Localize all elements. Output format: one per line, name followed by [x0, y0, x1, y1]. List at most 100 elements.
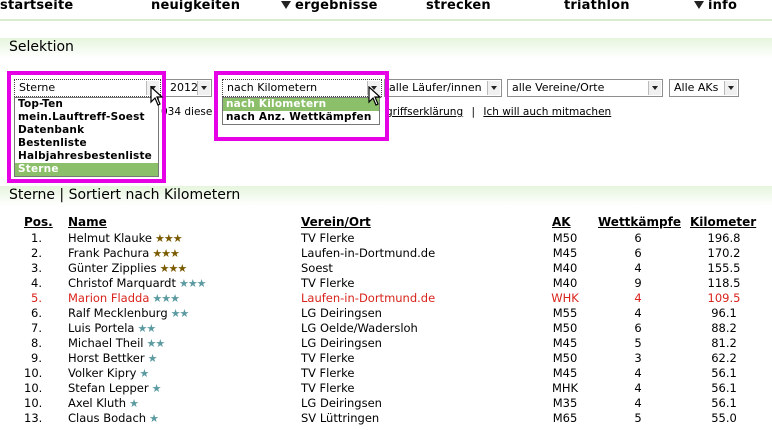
club-select[interactable]: alle Vereine/Orte	[507, 79, 663, 97]
mouse-cursor-icon	[150, 86, 164, 106]
cell-ak: M45	[552, 336, 578, 350]
cell-kilometer: 118.5	[707, 276, 741, 290]
cell-wettkaempfe: 6	[634, 321, 642, 335]
chevron-down-icon[interactable]	[724, 81, 737, 95]
nav-ergebnisse[interactable]: ergebnisse	[281, 0, 378, 13]
star-rating-icon: ★★	[137, 322, 156, 335]
star-rating-icon: ★	[149, 412, 159, 425]
star-rating-icon: ★★★	[152, 247, 180, 260]
results-header: Sterne | Sortiert nach Kilometern	[0, 186, 772, 206]
cell-kilometer: 96.1	[711, 306, 737, 320]
cell-name[interactable]: Günter Zipplies ★★★	[68, 261, 188, 275]
cell-wettkaempfe: 4	[634, 366, 642, 380]
cell-name[interactable]: Axel Kluth ★	[68, 396, 139, 410]
dropdown-triangle-icon	[694, 1, 704, 9]
star-rating-icon: ★	[147, 352, 158, 365]
cell-pos: 10.	[24, 366, 43, 380]
col-header-club[interactable]: Verein/Ort	[301, 215, 371, 229]
chevron-down-icon[interactable]	[197, 81, 210, 95]
cell-club: LG Deiringsen	[301, 336, 382, 350]
col-header-kilometer[interactable]: Kilometer	[690, 215, 756, 229]
cell-wettkaempfe: 4	[634, 381, 642, 395]
cell-kilometer: 109.5	[707, 291, 741, 305]
chevron-down-icon[interactable]	[648, 81, 661, 95]
cell-pos: 7.	[31, 321, 42, 335]
mouse-cursor-icon	[368, 86, 382, 106]
cell-ak: M50	[552, 231, 578, 245]
cell-pos: 1.	[31, 231, 42, 245]
star-rating-icon: ★	[139, 367, 149, 380]
cell-ak: M65	[552, 411, 578, 425]
cell-name[interactable]: Luis Portela ★★	[68, 321, 156, 335]
cell-wettkaempfe: 5	[634, 411, 642, 425]
star-rating-icon: ★★★	[152, 292, 180, 305]
col-header-wettkaempfe[interactable]: Wettkämpfe	[598, 215, 681, 229]
join-link[interactable]: Ich will auch mitmachen	[483, 106, 611, 118]
runner-select[interactable]: alle Läufer/innen	[384, 79, 502, 97]
cell-kilometer: 81.2	[711, 336, 737, 350]
cell-club: Laufen-in-Dortmund.de	[301, 291, 436, 305]
cell-ak: M40	[552, 276, 578, 290]
cell-name[interactable]: Ralf Mecklenburg ★★	[68, 306, 190, 320]
col-header-pos[interactable]: Pos.	[24, 215, 53, 229]
cell-club: TV Flerke	[301, 231, 355, 245]
cell-wettkaempfe: 5	[634, 336, 642, 350]
cell-kilometer: 88.2	[711, 321, 737, 335]
highlight-frame	[214, 71, 389, 141]
nav-divider	[0, 19, 772, 21]
cell-name[interactable]: Frank Pachura ★★★	[68, 246, 180, 260]
dropdown-triangle-icon	[281, 1, 291, 9]
cell-wettkaempfe: 9	[634, 276, 642, 290]
nav-triathlon[interactable]: triathlon	[564, 0, 630, 13]
nav-strecken[interactable]: strecken	[426, 0, 491, 13]
top-navigation: startseite neuigkeiten ergebnisse streck…	[0, 0, 772, 16]
cell-name[interactable]: Michael Theil ★★	[68, 336, 165, 350]
cell-wettkaempfe: 4	[634, 396, 642, 410]
nav-info[interactable]: info	[694, 0, 737, 13]
star-rating-icon: ★	[129, 397, 139, 410]
cell-pos: 10.	[24, 381, 43, 395]
cell-pos: 10.	[24, 396, 43, 410]
info-fragment-1: 034 diese	[161, 106, 213, 118]
cell-name[interactable]: Volker Kipry ★	[68, 366, 149, 380]
col-header-ak[interactable]: AK	[552, 215, 571, 229]
cell-name[interactable]: Claus Bodach ★	[68, 411, 159, 425]
col-header-name[interactable]: Name	[68, 215, 107, 229]
star-rating-icon: ★★★	[178, 277, 207, 290]
cell-pos: 9.	[31, 351, 42, 365]
star-rating-icon: ★★★	[159, 262, 188, 275]
cell-kilometer: 170.2	[707, 246, 741, 260]
cell-name[interactable]: Helmut Klauke ★★★	[68, 231, 183, 245]
cell-name[interactable]: Horst Bettker ★	[68, 351, 158, 365]
cell-club: SV Lüttringen	[301, 411, 380, 425]
cell-wettkaempfe: 4	[634, 306, 642, 320]
star-rating-icon: ★★	[170, 307, 190, 320]
cell-ak: M45	[552, 246, 578, 260]
cell-club: Soest	[301, 261, 333, 275]
nav-startseite[interactable]: startseite	[0, 0, 73, 13]
cell-ak: M50	[552, 351, 578, 365]
star-rating-icon: ★★	[146, 337, 165, 350]
cell-kilometer: 56.1	[711, 366, 737, 380]
glossary-link[interactable]: griffserklärung	[386, 106, 463, 118]
nav-neuigkeiten[interactable]: neuigkeiten	[151, 0, 240, 13]
cell-ak: WHK	[551, 291, 579, 305]
cell-ak: M55	[552, 306, 578, 320]
year-select[interactable]: 2012	[165, 79, 212, 97]
cell-kilometer: 56.1	[711, 396, 737, 410]
cell-club: LG Oelde/Wadersloh	[301, 321, 418, 335]
cell-wettkaempfe: 3	[634, 351, 642, 365]
cell-pos: 6.	[31, 306, 42, 320]
cell-club: LG Deiringsen	[301, 396, 382, 410]
results-title: Sterne | Sortiert nach Kilometern	[9, 187, 241, 203]
cell-name[interactable]: Stefan Lepper ★	[68, 381, 161, 395]
ak-select[interactable]: Alle AKs	[669, 79, 739, 97]
chevron-down-icon[interactable]	[487, 81, 500, 95]
cell-name[interactable]: Marion Fladda ★★★	[68, 291, 180, 305]
cell-pos: 13.	[24, 411, 43, 425]
cell-wettkaempfe: 4	[634, 291, 642, 305]
cell-pos: 3.	[31, 261, 42, 275]
cell-club: TV Flerke	[301, 351, 355, 365]
cell-name[interactable]: Christof Marquardt ★★★	[68, 276, 207, 290]
cell-pos: 5.	[31, 291, 42, 305]
